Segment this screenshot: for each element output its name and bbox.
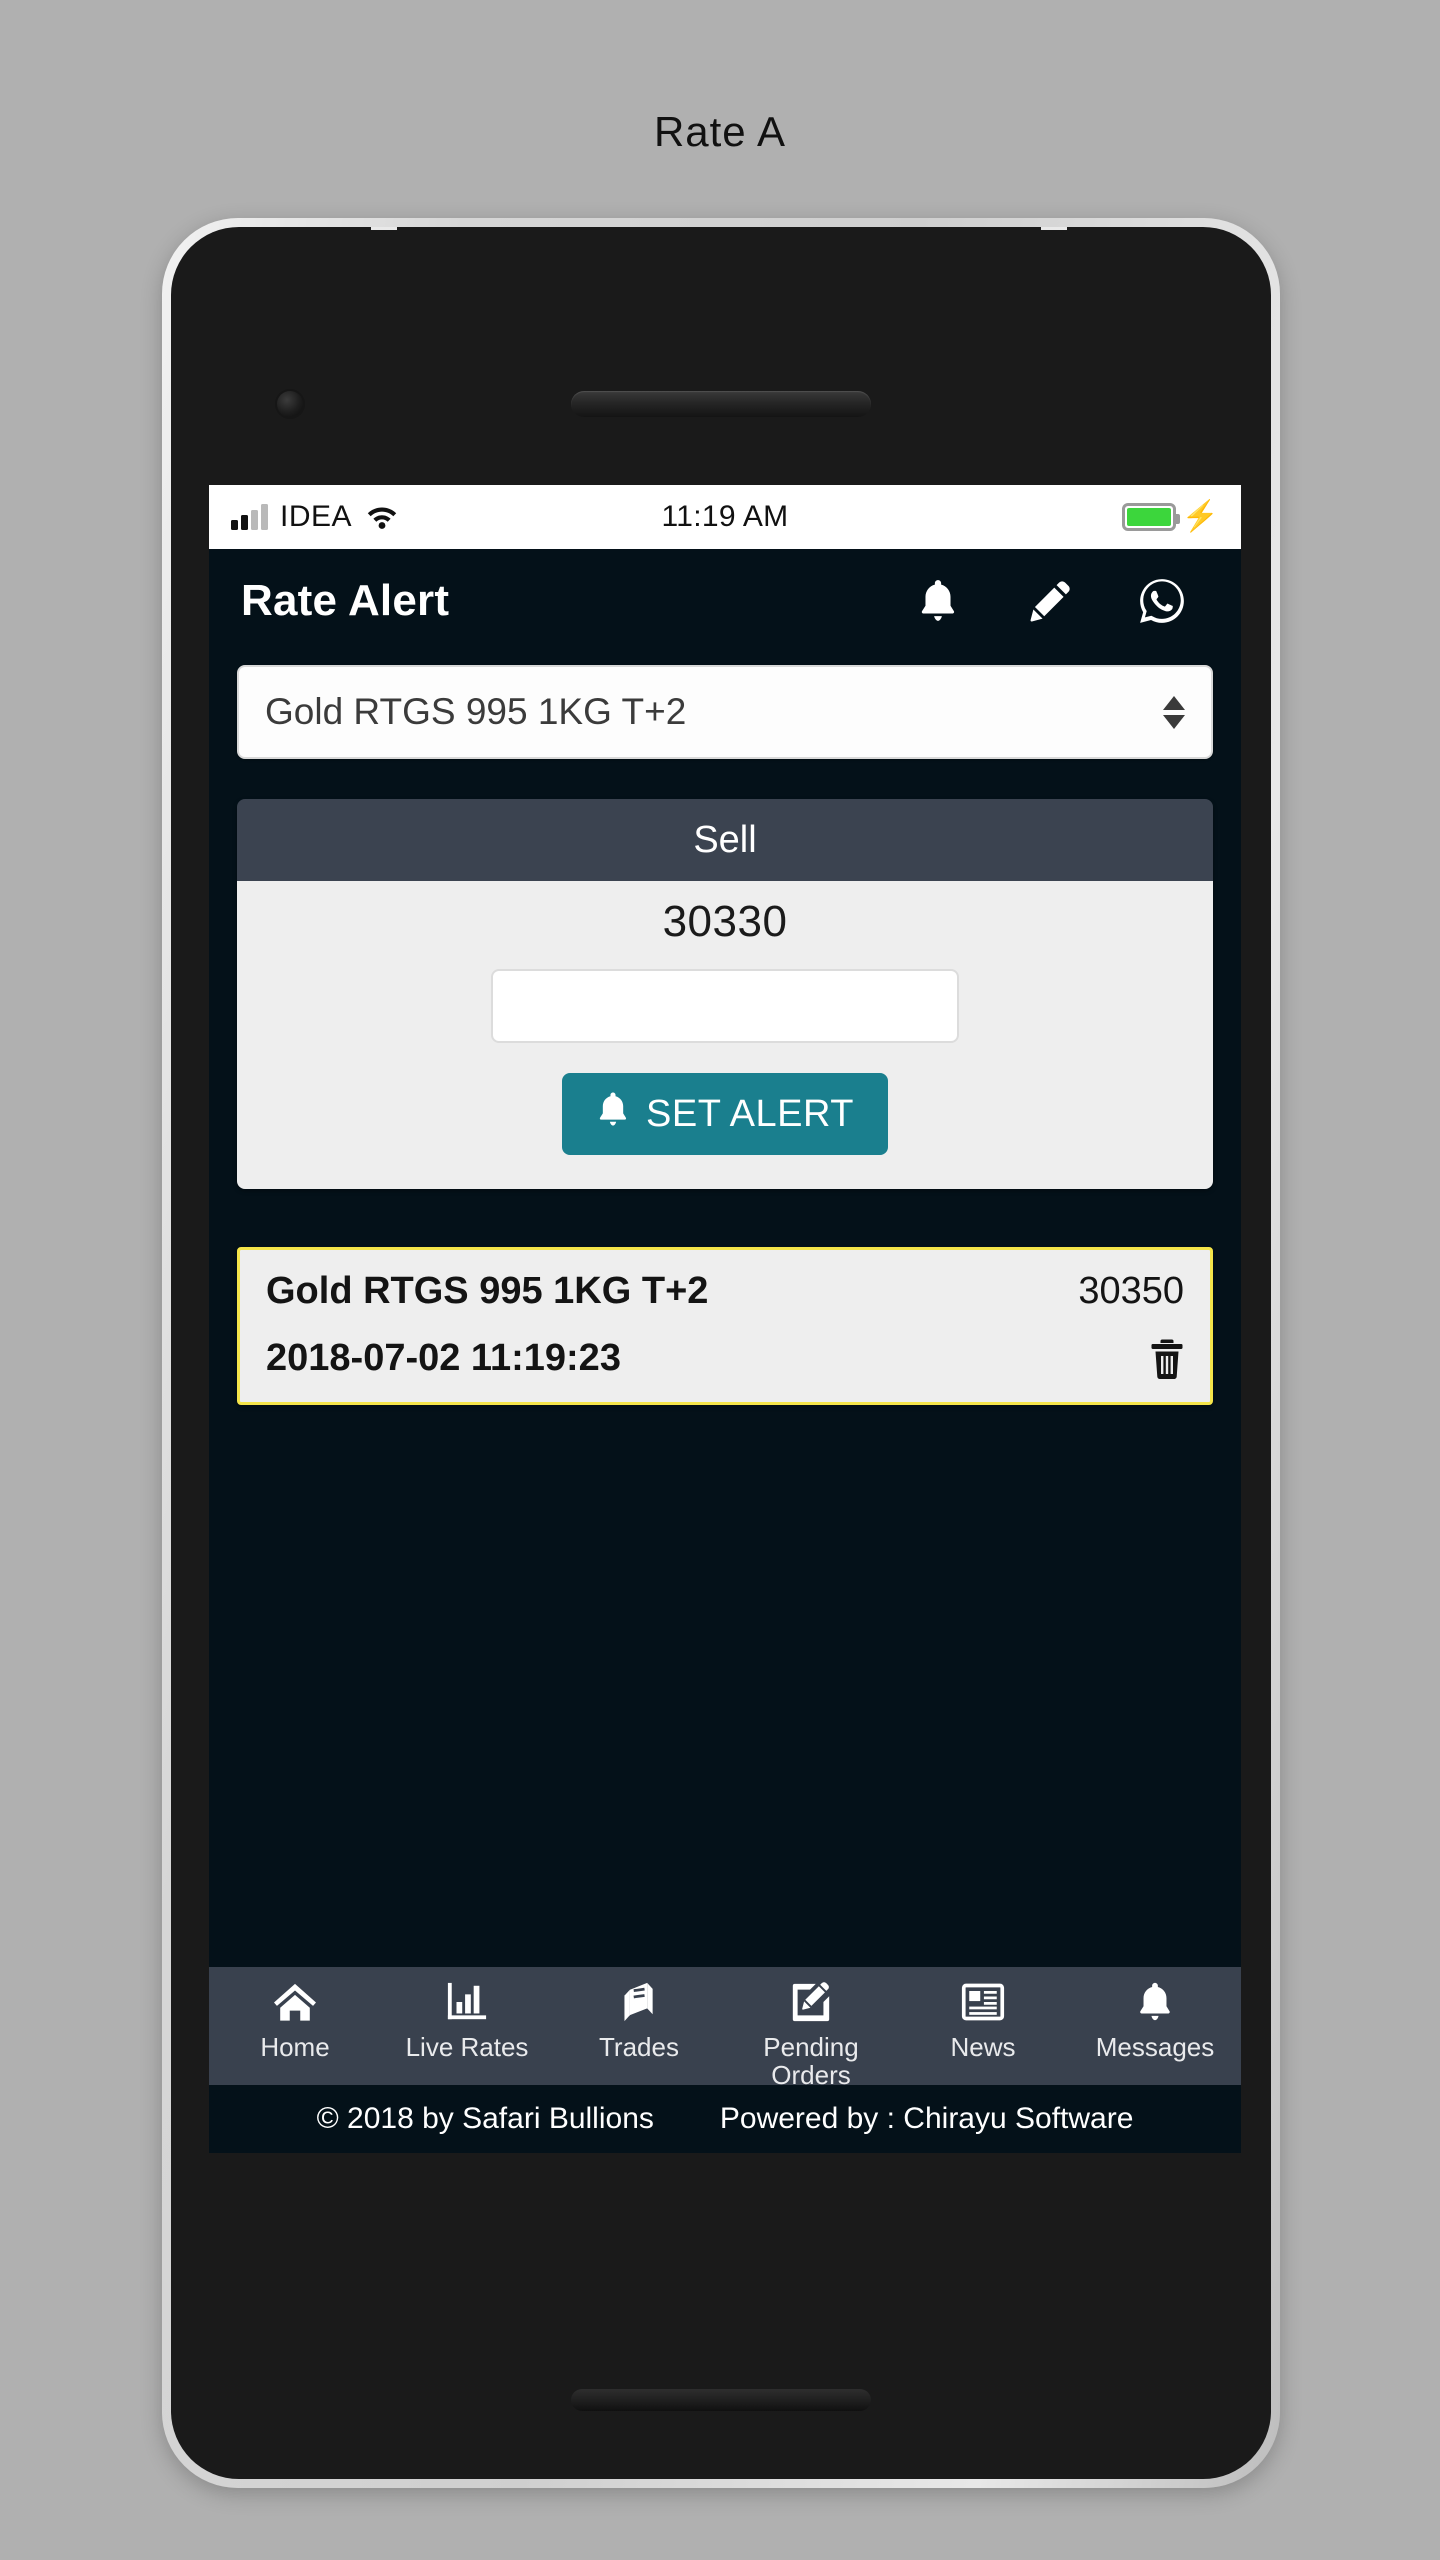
nav-label: Home — [260, 2032, 330, 2062]
app-footer: © 2018 by Safari Bullions Powered by : C… — [209, 2085, 1241, 2153]
app-bar-actions — [913, 576, 1211, 626]
phone-antenna-right — [1041, 227, 1067, 230]
alert-price: 30350 — [1078, 1270, 1184, 1312]
alert-product-name: Gold RTGS 995 1KG T+2 — [266, 1270, 709, 1312]
phone-frame: IDEA 11:19 AM ⚡ Rate Alert Gold RTGS 995… — [162, 218, 1280, 2488]
nav-item-live-rates[interactable]: Live Rates — [381, 1979, 553, 2061]
app-bar: Rate Alert — [209, 549, 1241, 653]
updown-arrows-icon — [1163, 695, 1185, 729]
home-icon — [272, 1979, 318, 2025]
nav-label: Live Rates — [405, 2032, 529, 2062]
nav-item-messages[interactable]: Messages — [1069, 1979, 1241, 2061]
battery-icon — [1121, 503, 1180, 531]
phone-body: IDEA 11:19 AM ⚡ Rate Alert Gold RTGS 995… — [171, 227, 1271, 2479]
home-indicator-bar — [571, 2389, 871, 2411]
front-camera-icon — [277, 391, 303, 417]
alert-list: Gold RTGS 995 1KG T+2 30350 2018-07-02 1… — [237, 1247, 1213, 1405]
phone-antenna-left — [371, 227, 397, 230]
status-bar: IDEA 11:19 AM ⚡ — [209, 485, 1241, 549]
nav-label: Pending Orders — [763, 2032, 859, 2091]
product-select-value: Gold RTGS 995 1KG T+2 — [265, 691, 687, 732]
nav-item-pending-orders[interactable]: Pending Orders — [725, 1979, 897, 2089]
pencil-icon[interactable] — [1025, 576, 1075, 626]
bell-icon — [1135, 1979, 1175, 2025]
bar-chart-icon — [445, 1979, 489, 2025]
footer-powered-by: Powered by : Chirayu Software — [719, 2102, 1134, 2135]
trash-icon[interactable] — [1078, 1338, 1184, 1380]
bottom-navigation: Home Live Rates Trades Pending Orders Ne… — [209, 1967, 1241, 2089]
earpiece-speaker — [571, 391, 871, 417]
alert-timestamp: 2018-07-02 11:19:23 — [266, 1337, 621, 1379]
bell-icon — [596, 1090, 630, 1139]
nav-item-news[interactable]: News — [897, 1979, 1069, 2061]
nav-label: News — [950, 2032, 1016, 2062]
alert-list-item[interactable]: Gold RTGS 995 1KG T+2 30350 2018-07-02 1… — [237, 1247, 1213, 1405]
nav-item-home[interactable]: Home — [209, 1979, 381, 2061]
status-bar-right: ⚡ — [1121, 500, 1219, 533]
footer-copyright: © 2018 by Safari Bullions — [316, 2102, 654, 2135]
status-time: 11:19 AM — [661, 500, 789, 533]
set-alert-button[interactable]: SET ALERT — [562, 1073, 888, 1155]
page-title: Rate A — [653, 108, 787, 155]
sell-card: Sell 30330 SET ALERT — [237, 799, 1213, 1189]
lightning-bolt-icon: ⚡ — [1181, 500, 1219, 533]
nav-item-trades[interactable]: Trades — [553, 1979, 725, 2061]
edit-square-icon — [789, 1979, 833, 2025]
nav-label: Trades — [599, 2032, 679, 2062]
book-icon — [619, 1979, 659, 2025]
set-alert-button-label: SET ALERT — [646, 1092, 854, 1135]
sell-card-body: 30330 SET ALERT — [237, 881, 1213, 1189]
whatsapp-icon[interactable] — [1137, 576, 1187, 626]
app-content: Gold RTGS 995 1KG T+2 Sell 30330 SET ALE… — [209, 653, 1241, 1967]
newspaper-icon — [961, 1979, 1005, 2025]
bell-icon[interactable] — [913, 576, 963, 626]
sell-card-heading: Sell — [237, 799, 1213, 881]
nav-label: Messages — [1095, 2032, 1215, 2062]
product-select[interactable]: Gold RTGS 995 1KG T+2 — [237, 665, 1213, 759]
phone-screen: IDEA 11:19 AM ⚡ Rate Alert Gold RTGS 995… — [209, 485, 1241, 2153]
app-title: Rate Alert — [241, 576, 450, 625]
rate-input[interactable] — [491, 969, 959, 1043]
sell-price: 30330 — [662, 897, 788, 946]
